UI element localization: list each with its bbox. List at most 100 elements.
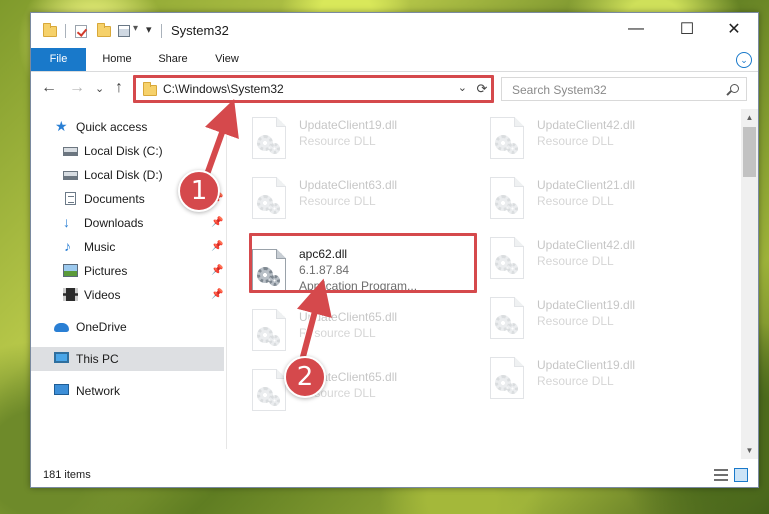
sidebar-item-quick-access[interactable]: ★ Quick access bbox=[31, 115, 224, 139]
sidebar-item-label: OneDrive bbox=[76, 320, 127, 334]
file-type: Resource DLL bbox=[537, 374, 614, 388]
search-input[interactable]: Search System32 bbox=[512, 83, 607, 97]
sidebar-item-network[interactable]: Network bbox=[31, 379, 224, 403]
dll-file-icon bbox=[252, 117, 286, 159]
search-box[interactable]: Search System32 bbox=[501, 77, 747, 101]
minimize-button[interactable]: — bbox=[613, 13, 659, 45]
sidebar-item-pictures[interactable]: Pictures 📌 bbox=[31, 259, 224, 283]
maximize-button[interactable]: ☐ bbox=[664, 13, 710, 45]
sidebar-item-videos[interactable]: Videos 📌 bbox=[31, 283, 224, 307]
star-icon: ★ bbox=[55, 118, 68, 134]
recent-locations-button[interactable]: ⌄ bbox=[95, 82, 104, 95]
file-name: UpdateClient42.dll bbox=[537, 118, 636, 132]
music-icon: ♪ bbox=[64, 238, 71, 254]
address-highlight-box bbox=[133, 75, 494, 103]
file-tile[interactable]: UpdateClient19.dll Resource DLL bbox=[480, 289, 710, 347]
pin-icon[interactable]: 📌 bbox=[211, 265, 223, 276]
up-button[interactable]: ↑ bbox=[115, 79, 123, 97]
search-icon[interactable] bbox=[730, 84, 739, 93]
sidebar-item-onedrive[interactable]: OneDrive bbox=[31, 315, 224, 339]
status-bar: 181 items bbox=[31, 463, 758, 487]
scroll-down-icon[interactable]: ▼ bbox=[741, 442, 758, 459]
drive-icon bbox=[63, 147, 78, 156]
sidebar-item-label: Local Disk (C:) bbox=[84, 144, 163, 158]
dll-file-icon bbox=[252, 177, 286, 219]
file-name: UpdateClient19.dll bbox=[299, 118, 398, 132]
ribbon-expand-icon[interactable]: ⌄ bbox=[736, 52, 752, 68]
sidebar-item-local-disk-c[interactable]: Local Disk (C:) bbox=[31, 139, 224, 163]
dll-file-icon bbox=[490, 357, 524, 399]
document-icon bbox=[65, 192, 76, 205]
quick-access-customize-icon[interactable] bbox=[118, 25, 130, 37]
file-type: Resource DLL bbox=[299, 134, 376, 148]
pc-icon bbox=[54, 352, 69, 363]
dll-file-icon bbox=[252, 369, 286, 411]
file-type: Resource DLL bbox=[537, 134, 614, 148]
file-tile[interactable]: UpdateClient42.dll Resource DLL bbox=[480, 229, 710, 287]
qat-dropdown-icon[interactable]: ▾ bbox=[146, 23, 152, 36]
navigation-pane: ★ Quick access Local Disk (C:) Local Dis… bbox=[31, 109, 224, 459]
download-icon: ↓ bbox=[63, 214, 70, 230]
qat-small-chevron-icon[interactable]: ▾ bbox=[133, 23, 138, 34]
file-tile[interactable]: UpdateClient42.dll Resource DLL bbox=[480, 109, 710, 167]
title-bar: ▾ ▾ System32 — ☐ ✕ bbox=[31, 13, 758, 49]
file-highlight-box bbox=[249, 233, 477, 293]
vertical-scrollbar[interactable]: ▲ ▼ bbox=[741, 109, 758, 459]
pin-icon[interactable]: 📌 bbox=[211, 289, 223, 300]
properties-check-icon[interactable] bbox=[75, 25, 87, 38]
network-icon bbox=[54, 384, 69, 395]
dll-file-icon bbox=[490, 237, 524, 279]
sidebar-item-label: Quick access bbox=[76, 120, 148, 134]
file-explorer-window: ▾ ▾ System32 — ☐ ✕ File Home Share View … bbox=[30, 12, 759, 488]
scrollbar-thumb[interactable] bbox=[743, 127, 756, 177]
file-name: UpdateClient19.dll bbox=[537, 298, 636, 312]
sidebar-item-this-pc[interactable]: This PC bbox=[31, 347, 224, 371]
sidebar-item-label: Pictures bbox=[84, 264, 128, 278]
sidebar-item-label: Network bbox=[76, 384, 121, 398]
file-name: UpdateClient42.dll bbox=[537, 238, 636, 252]
sidebar-item-music[interactable]: ♪ Music 📌 bbox=[31, 235, 224, 259]
sidebar-item-downloads[interactable]: ↓ Downloads 📌 bbox=[31, 211, 224, 235]
pin-icon[interactable]: 📌 bbox=[211, 241, 223, 252]
back-button[interactable]: ← bbox=[41, 79, 57, 97]
dll-file-icon bbox=[490, 177, 524, 219]
drive-icon bbox=[63, 171, 78, 180]
dll-file-icon bbox=[490, 297, 524, 339]
file-tile[interactable]: UpdateClient19.dll Resource DLL bbox=[480, 349, 710, 407]
sidebar-item-label: Music bbox=[84, 240, 116, 254]
file-type: Resource DLL bbox=[537, 194, 614, 208]
tab-view[interactable]: View bbox=[207, 48, 247, 71]
file-tile[interactable]: UpdateClient63.dll Resource DLL bbox=[242, 169, 472, 227]
file-name: UpdateClient21.dll bbox=[537, 178, 636, 192]
forward-button[interactable]: → bbox=[69, 79, 85, 97]
file-name: UpdateClient63.dll bbox=[299, 178, 398, 192]
sidebar-item-label: Documents bbox=[84, 192, 145, 206]
pin-icon[interactable]: 📌 bbox=[211, 217, 223, 228]
window-title: System32 bbox=[171, 23, 229, 38]
file-name: UpdateClient19.dll bbox=[537, 358, 636, 372]
file-tile[interactable]: UpdateClient21.dll Resource DLL bbox=[480, 169, 710, 227]
sidebar-item-label: Local Disk (D:) bbox=[84, 168, 163, 182]
file-tile[interactable]: UpdateClient65.dll Resource DLL bbox=[242, 301, 472, 359]
cloud-icon bbox=[54, 323, 69, 332]
dll-file-icon bbox=[490, 117, 524, 159]
tab-home[interactable]: Home bbox=[96, 48, 138, 71]
sidebar-item-label: Videos bbox=[84, 288, 121, 302]
file-type: Resource DLL bbox=[299, 194, 376, 208]
file-tile[interactable]: UpdateClient65.dll Resource DLL bbox=[242, 361, 472, 419]
title-separator bbox=[65, 24, 66, 38]
details-view-icon[interactable] bbox=[714, 469, 728, 481]
step-1-badge: 1 bbox=[178, 170, 220, 212]
scroll-up-icon[interactable]: ▲ bbox=[741, 109, 758, 126]
large-icons-view-icon[interactable] bbox=[734, 468, 748, 482]
close-button[interactable]: ✕ bbox=[711, 13, 757, 45]
file-tile[interactable]: UpdateClient19.dll Resource DLL bbox=[242, 109, 472, 167]
item-count: 181 items bbox=[43, 469, 91, 481]
new-folder-icon[interactable] bbox=[97, 23, 111, 37]
tab-file[interactable]: File bbox=[31, 48, 86, 71]
pictures-icon bbox=[63, 264, 78, 277]
file-type: Resource DLL bbox=[537, 254, 614, 268]
video-icon bbox=[63, 288, 78, 301]
step-2-badge: 2 bbox=[284, 356, 326, 398]
tab-share[interactable]: Share bbox=[151, 48, 195, 71]
